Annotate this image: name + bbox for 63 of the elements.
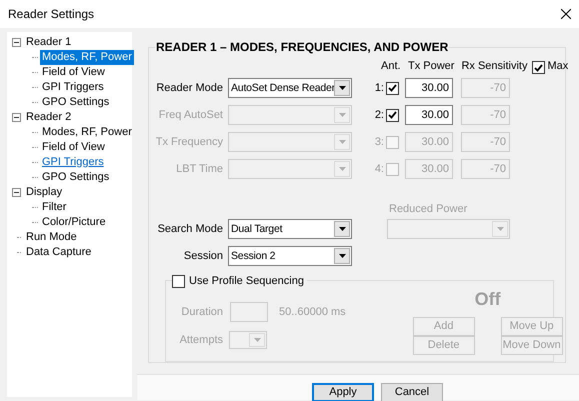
group-title: READER 1 – MODES, FREQUENCIES, AND POWER [155, 40, 450, 54]
dropdown-arrow-icon [338, 113, 346, 117]
tree-item[interactable]: GPO Settings [40, 170, 112, 185]
dropdown[interactable]: AutoSet Dense Reader [228, 78, 352, 98]
field-label: Tx Frequency [154, 134, 223, 150]
tree-item[interactable]: GPO Settings [40, 95, 112, 110]
close-icon[interactable] [561, 9, 571, 19]
tree-item[interactable]: Display [24, 185, 64, 200]
tree-item[interactable]: Color/Picture [40, 215, 108, 230]
window-title: Reader Settings [8, 6, 94, 23]
column-header: Ant. [381, 58, 399, 74]
field-label: Reader Mode [155, 80, 223, 96]
tree-item[interactable]: Modes, RF, Power [40, 50, 134, 65]
input-field[interactable] [230, 302, 268, 322]
field-label: Freq AutoSet [158, 108, 223, 123]
tree-item[interactable]: Run Mode [24, 230, 79, 245]
field-label: Session [182, 248, 223, 264]
dropdown-arrow-icon [338, 86, 346, 90]
collapse-icon[interactable] [12, 38, 21, 47]
collapse-icon[interactable] [12, 113, 21, 122]
antenna-number: 1: [374, 80, 384, 96]
tree-item[interactable]: Modes, RF, Power [40, 125, 134, 140]
checkbox[interactable] [386, 136, 399, 148]
column-header: Tx Power [408, 58, 454, 74]
input-field[interactable]: 30.00 [405, 105, 453, 125]
hint-text: 50..60000 ms [279, 304, 346, 320]
dropdown-arrow-icon [496, 227, 504, 231]
column-header: Rx Sensitivity [461, 58, 528, 74]
dropdown-arrow-icon [338, 140, 346, 144]
field-label: LBT Time [175, 162, 223, 177]
checkbox[interactable] [386, 82, 399, 94]
field-label: Reduced Power [389, 202, 468, 217]
field-label: Search Mode [156, 222, 223, 237]
tree-item[interactable]: Reader 1 [24, 35, 74, 50]
checkbox[interactable] [532, 61, 544, 74]
dialog-button[interactable]: Apply [312, 383, 374, 401]
dropdown[interactable]: Dual Target [228, 219, 352, 239]
antenna-number: 3: [374, 134, 384, 150]
antenna-number: 4: [374, 162, 384, 177]
tree-item[interactable]: Reader 2 [24, 110, 74, 125]
field-label: Duration [180, 304, 223, 320]
dropdown-arrow-icon [338, 167, 346, 171]
status-text: Off [474, 289, 502, 309]
tree-item[interactable]: Filter [40, 200, 68, 215]
checkbox-label: Use Profile Sequencing [189, 274, 304, 289]
tree-item[interactable]: GPI Triggers [40, 80, 106, 95]
dropdown-arrow-icon [338, 254, 346, 258]
checkbox[interactable] [386, 108, 399, 122]
collapse-icon[interactable] [12, 188, 21, 197]
tree-item[interactable]: GPI Triggers [40, 155, 106, 170]
tree-item[interactable]: Data Capture [24, 245, 94, 260]
antenna-number: 2: [374, 108, 384, 123]
dialog-button[interactable]: Cancel [381, 383, 443, 401]
checkbox-label: Max [548, 58, 568, 74]
tree-item[interactable]: Field of View [40, 65, 107, 80]
checkbox[interactable] [172, 274, 185, 288]
checkbox[interactable] [386, 162, 399, 176]
field-label: Attempts [178, 332, 223, 348]
tree-item[interactable]: Field of View [40, 140, 107, 155]
dropdown[interactable]: Session 2 [228, 246, 352, 266]
dropdown-arrow-icon [338, 227, 346, 231]
input-field[interactable]: 30.00 [405, 78, 453, 98]
dropdown-arrow-icon [254, 338, 260, 342]
